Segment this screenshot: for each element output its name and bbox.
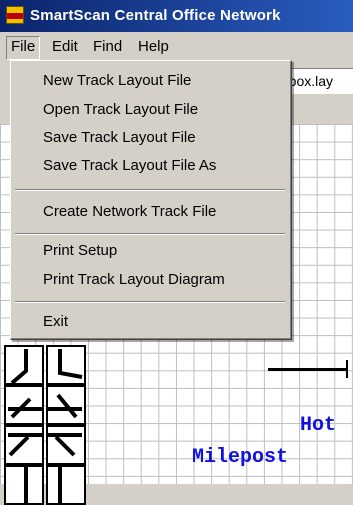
track-piece-right-turn[interactable] [46, 345, 86, 385]
menu-item-print-diagram[interactable]: Print Track Layout Diagram [43, 269, 225, 291]
menu-item-open-track[interactable]: Open Track Layout File [43, 99, 198, 121]
menu-item-save-track[interactable]: Save Track Layout File [43, 127, 196, 149]
file-menu-dropdown: New Track Layout File Open Track Layout … [10, 60, 292, 340]
track-piece-fork-left[interactable] [4, 385, 44, 425]
track-end-marker [346, 360, 348, 378]
track-segment[interactable] [268, 368, 348, 371]
track-palette [4, 345, 88, 505]
track-piece-merge-left[interactable] [4, 425, 44, 465]
menu-separator [15, 189, 285, 191]
track-merge-left-icon [8, 433, 42, 457]
menu-item-exit[interactable]: Exit [43, 311, 68, 333]
milepost-label: Milepost [192, 446, 289, 469]
menu-file[interactable]: File [6, 36, 41, 60]
menu-item-new-track[interactable]: New Track Layout File [43, 70, 191, 92]
track-piece-straight-left[interactable] [4, 465, 44, 505]
track-piece-left-turn[interactable] [4, 345, 44, 385]
menu-item-print-setup[interactable]: Print Setup [43, 240, 117, 262]
track-fork-left-icon [8, 397, 42, 419]
track-piece-straight-right[interactable] [46, 465, 86, 505]
menu-separator [15, 233, 285, 235]
menu-separator [15, 301, 285, 303]
title-bar[interactable]: SmartScan Central Office Network [0, 0, 353, 32]
track-left-turn-icon [10, 349, 28, 383]
menu-item-save-track-as[interactable]: Save Track Layout File As [43, 155, 216, 177]
track-piece-merge-right[interactable] [46, 425, 86, 465]
smartscan-app-icon[interactable] [6, 6, 24, 24]
hot-label: Hot [300, 414, 337, 437]
track-piece-fork-right[interactable] [46, 385, 86, 425]
track-right-turn-icon [58, 349, 83, 379]
track-straight-icon [58, 467, 62, 503]
menu-edit[interactable]: Edit [48, 36, 82, 58]
window-title: SmartScan Central Office Network [30, 7, 281, 24]
track-fork-right-icon [48, 393, 82, 419]
track-straight-icon [24, 467, 28, 503]
menu-help[interactable]: Help [134, 36, 173, 58]
menu-item-create-network[interactable]: Create Network Track File [43, 201, 216, 223]
menu-find[interactable]: Find [89, 36, 126, 58]
menu-bar: File Edit Find Help [0, 32, 353, 63]
track-merge-right-icon [48, 433, 82, 457]
